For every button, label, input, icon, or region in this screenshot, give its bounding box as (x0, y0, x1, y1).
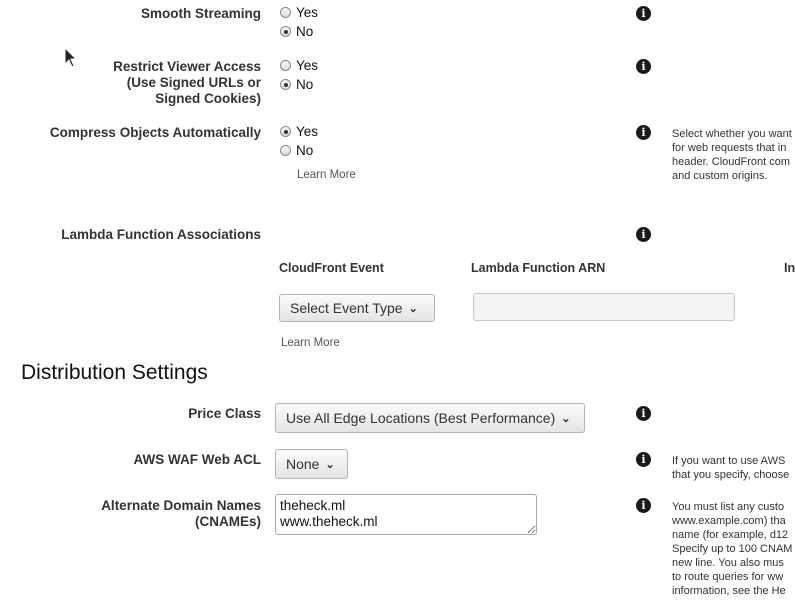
cnames-label: Alternate Domain Names (CNAMEs) (101, 498, 261, 529)
chevron-down-icon: ⌄ (325, 458, 335, 471)
radio-label: No (296, 143, 314, 158)
info-icon[interactable]: i (636, 125, 651, 140)
learn-more-link[interactable]: Learn More (297, 169, 356, 181)
radio-label: Yes (296, 58, 319, 73)
radio-label: No (296, 77, 314, 92)
compress-help-text: Select whether you want for web requests… (672, 128, 792, 182)
compress-no[interactable]: No (280, 143, 313, 158)
smooth-streaming-no[interactable]: No (280, 24, 313, 39)
restrict-viewer-yes[interactable]: Yes (280, 58, 318, 73)
mouse-cursor-icon (64, 47, 78, 68)
compress-label: Compress Objects Automatically (49, 125, 261, 140)
info-icon[interactable]: i (636, 6, 651, 21)
lambda-label: Lambda Function Associations (61, 227, 261, 242)
radio-button[interactable] (280, 126, 291, 137)
select-value: Select Event Type (290, 300, 403, 316)
event-type-select[interactable]: Select Event Type ⌄ (279, 294, 435, 322)
select-value: None (286, 456, 320, 472)
info-icon[interactable]: i (636, 498, 651, 513)
radio-button[interactable] (280, 145, 291, 156)
compress-yes[interactable]: Yes (280, 124, 318, 139)
smooth-streaming-yes[interactable]: Yes (280, 5, 318, 20)
radio-label: Yes (296, 124, 319, 139)
info-icon[interactable]: i (636, 452, 651, 467)
info-icon[interactable]: i (636, 406, 651, 421)
learn-more-link[interactable]: Learn More (281, 337, 340, 349)
select-value: Use All Edge Locations (Best Performance… (286, 410, 556, 426)
restrict-viewer-no[interactable]: No (280, 77, 313, 92)
radio-button[interactable] (280, 79, 291, 90)
chevron-down-icon: ⌄ (561, 412, 571, 425)
waf-help-text: If you want to use AWS that you specify,… (672, 455, 790, 481)
restrict-viewer-label: Restrict Viewer Access (Use Signed URLs … (113, 59, 261, 106)
lambda-arn-header: Lambda Function ARN (471, 261, 606, 275)
info-icon[interactable]: i (636, 227, 651, 242)
price-class-select[interactable]: Use All Edge Locations (Best Performance… (275, 403, 585, 433)
cnames-help-text: You must list any custo www.example.com)… (672, 501, 793, 597)
radio-button[interactable] (280, 26, 291, 37)
cloudfront-event-header: CloudFront Event (279, 261, 384, 275)
section-title: Distribution Settings (21, 361, 208, 384)
include-body-header: In (784, 261, 795, 275)
waf-select[interactable]: None ⌄ (275, 449, 348, 479)
smooth-streaming-label: Smooth Streaming (140, 6, 261, 21)
cnames-textarea[interactable]: theheck.ml www.theheck.ml (275, 494, 537, 535)
price-class-label: Price Class (188, 406, 261, 421)
info-icon[interactable]: i (636, 59, 651, 74)
radio-label: Yes (296, 5, 319, 20)
radio-button[interactable] (280, 60, 291, 71)
radio-label: No (296, 24, 314, 39)
waf-label: AWS WAF Web ACL (133, 452, 262, 467)
lambda-arn-input[interactable] (473, 293, 735, 321)
radio-button[interactable] (280, 7, 291, 18)
chevron-down-icon: ⌄ (408, 302, 418, 315)
